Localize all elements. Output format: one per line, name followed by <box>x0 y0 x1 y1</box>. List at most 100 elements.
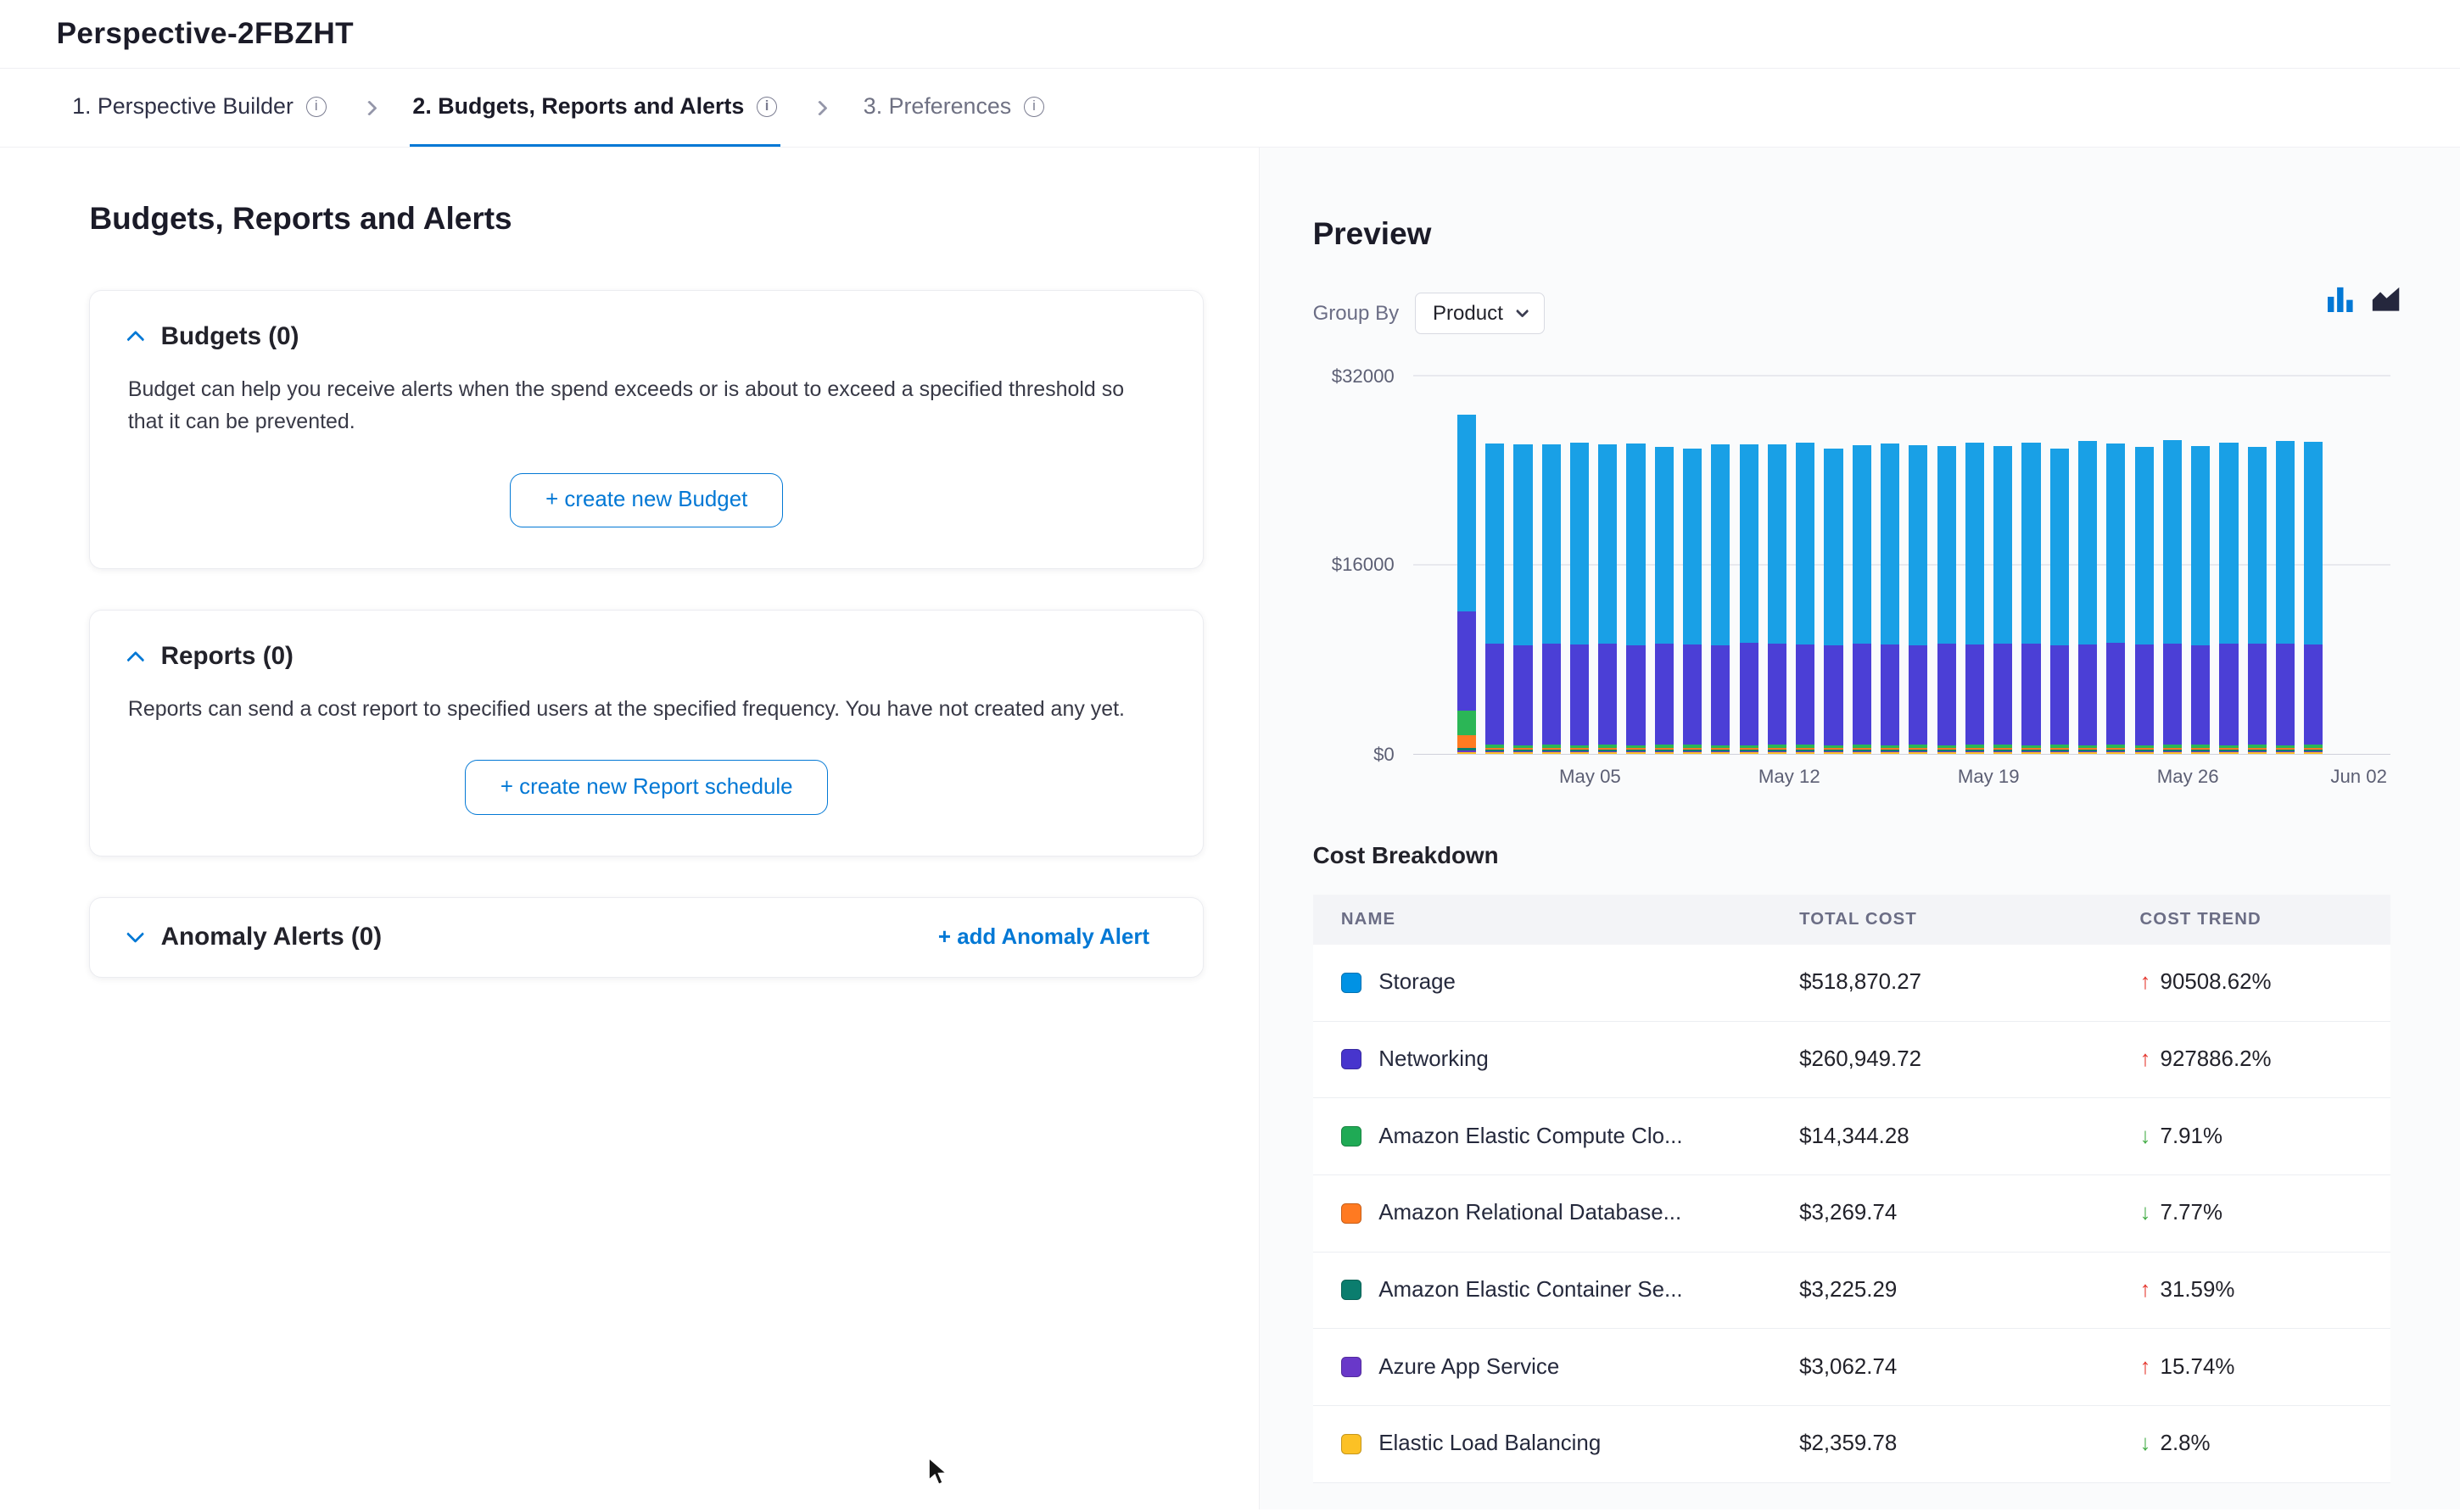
bar-segment-storage <box>1570 443 1589 644</box>
bar-segment-networking <box>2135 644 2154 745</box>
y-tick-label: $16000 <box>1332 554 1395 576</box>
bar-segment-elastic-load-balancing <box>1965 752 1984 753</box>
bar-segment-networking <box>2106 643 2125 745</box>
stacked-bar <box>1457 415 1476 753</box>
reports-card-header[interactable]: Reports (0) <box>128 642 1166 671</box>
page-title: Perspective-2FBZHT <box>57 17 354 51</box>
group-by-label: Group By <box>1313 302 1400 326</box>
step-label: 1. Perspective Builder <box>72 93 294 120</box>
info-icon[interactable]: i <box>757 97 777 117</box>
bar-segment-storage <box>1513 444 1532 645</box>
bar-segment-networking <box>1570 644 1589 745</box>
info-icon[interactable]: i <box>1024 97 1044 117</box>
bar-segment-elastic-load-balancing <box>1485 752 1504 753</box>
trend-up-arrow-icon: ↑ <box>2140 1355 2151 1380</box>
bar-segment-networking <box>2163 644 2182 745</box>
trend-value: 7.77% <box>2161 1201 2222 1225</box>
bar-segment-storage <box>1485 444 1504 644</box>
bar-segment-elastic-load-balancing <box>1513 752 1532 753</box>
stacked-bar <box>1598 444 1617 754</box>
bar-segment-networking <box>2304 644 2323 745</box>
bar-segment-elastic-load-balancing <box>1740 752 1758 753</box>
stacked-bar <box>2276 441 2295 753</box>
bar-segment-networking <box>1881 644 1899 745</box>
table-row: Storage$518,870.27↑90508.62% <box>1313 945 2390 1022</box>
bar-segment-networking <box>2219 644 2238 745</box>
trend-value: 15.74% <box>2161 1355 2235 1380</box>
anomaly-alerts-card-header[interactable]: Anomaly Alerts (0) <box>128 923 382 951</box>
stacked-bar <box>2078 441 2097 753</box>
bar-segment-elastic-load-balancing <box>1626 752 1645 753</box>
trend-value: 927886.2% <box>2161 1047 2272 1072</box>
bar-segment-networking <box>2248 644 2267 745</box>
bar-segment-networking <box>1909 645 1927 745</box>
create-report-schedule-button[interactable]: + create new Report schedule <box>465 760 828 814</box>
top-bar: Perspective-2FBZHT <box>0 0 2460 69</box>
step-budgets-reports-alerts[interactable]: 2. Budgets, Reports and Alerts i <box>410 69 780 147</box>
stacked-bar <box>1909 445 1927 754</box>
bar-segment-elastic-load-balancing <box>1711 752 1730 753</box>
bar-segment-elastic-load-balancing <box>1683 752 1702 753</box>
step-perspective-builder[interactable]: 1. Perspective Builder i <box>69 69 329 147</box>
row-name-cell: Amazon Elastic Compute Clo... <box>1341 1124 1799 1149</box>
row-name: Storage <box>1378 970 1456 995</box>
trend-value: 90508.62% <box>2161 970 2272 995</box>
bar-segment-storage <box>2219 443 2238 644</box>
budgets-card-header[interactable]: Budgets (0) <box>128 322 1166 351</box>
stacked-bar <box>2304 442 2323 754</box>
bar-segment-networking <box>1457 611 1476 710</box>
table-row: Amazon Elastic Container Se...$3,225.29↑… <box>1313 1253 2390 1330</box>
bar-segment-amazon-elastic-compute-cloud <box>1457 711 1476 735</box>
budgets-card: Budgets (0) Budget can help you receive … <box>89 290 1204 569</box>
step-separator <box>814 69 825 147</box>
bar-chart-icon[interactable] <box>2328 286 2356 312</box>
bar-segment-networking <box>2078 644 2097 745</box>
chevron-right-icon <box>361 100 377 115</box>
chart-type-toggle <box>2328 286 2401 312</box>
bar-segment-networking <box>1740 643 1758 745</box>
table-row: Networking$260,949.72↑927886.2% <box>1313 1022 2390 1099</box>
step-separator <box>364 69 375 147</box>
bar-segment-storage <box>2106 444 2125 644</box>
bar-segment-storage <box>1768 444 1786 644</box>
bar-segment-elastic-load-balancing <box>1909 752 1927 753</box>
trend-down-arrow-icon: ↓ <box>2140 1431 2151 1456</box>
add-anomaly-alert-button[interactable]: + add Anomaly Alert <box>938 925 1166 950</box>
group-by-select[interactable]: Product <box>1415 293 1545 334</box>
bar-segment-networking <box>1598 644 1617 745</box>
bar-segment-elastic-load-balancing <box>1598 752 1617 753</box>
row-cost-trend: ↓7.77% <box>2140 1201 2390 1225</box>
bar-segment-storage <box>1542 444 1561 644</box>
bar-segment-elastic-load-balancing <box>2191 752 2210 753</box>
bar-segment-networking <box>1965 644 1984 745</box>
chart-bars <box>1457 375 2390 754</box>
bar-segment-storage <box>1993 446 2012 644</box>
row-cost-trend: ↑31.59% <box>2140 1278 2390 1303</box>
info-icon[interactable]: i <box>306 97 327 117</box>
bar-segment-elastic-load-balancing <box>1824 752 1842 753</box>
chevron-up-icon <box>126 331 144 349</box>
stacked-bar <box>1796 443 1814 753</box>
bar-segment-networking <box>1655 644 1674 745</box>
table-row: Amazon Elastic Compute Clo...$14,344.28↓… <box>1313 1098 2390 1175</box>
chart-plot-area <box>1413 375 2390 755</box>
y-tick-label: $0 <box>1373 744 1395 766</box>
stacked-bar <box>1824 449 1842 753</box>
create-budget-button[interactable]: + create new Budget <box>510 473 783 527</box>
bar-segment-networking <box>1542 644 1561 745</box>
reports-card-title: Reports (0) <box>161 642 294 671</box>
column-header-total-cost: TOTAL COST <box>1799 910 2139 929</box>
chevron-down-icon <box>126 925 144 943</box>
area-chart-icon[interactable] <box>2371 286 2401 312</box>
x-tick-label: May 12 <box>1758 766 1820 788</box>
bar-segment-elastic-load-balancing <box>2276 752 2295 753</box>
bar-segment-networking <box>2276 644 2295 745</box>
table-row: Azure App Service$3,062.74↑15.74% <box>1313 1329 2390 1406</box>
bar-segment-storage <box>1965 443 1984 644</box>
row-total-cost: $3,269.74 <box>1799 1201 2139 1225</box>
stacked-bar <box>1993 446 2012 754</box>
section-heading: Budgets, Reports and Alerts <box>89 201 1258 237</box>
step-preferences[interactable]: 3. Preferences i <box>860 69 1048 147</box>
bar-segment-storage <box>1824 449 1842 645</box>
bar-segment-networking <box>1993 644 2012 745</box>
